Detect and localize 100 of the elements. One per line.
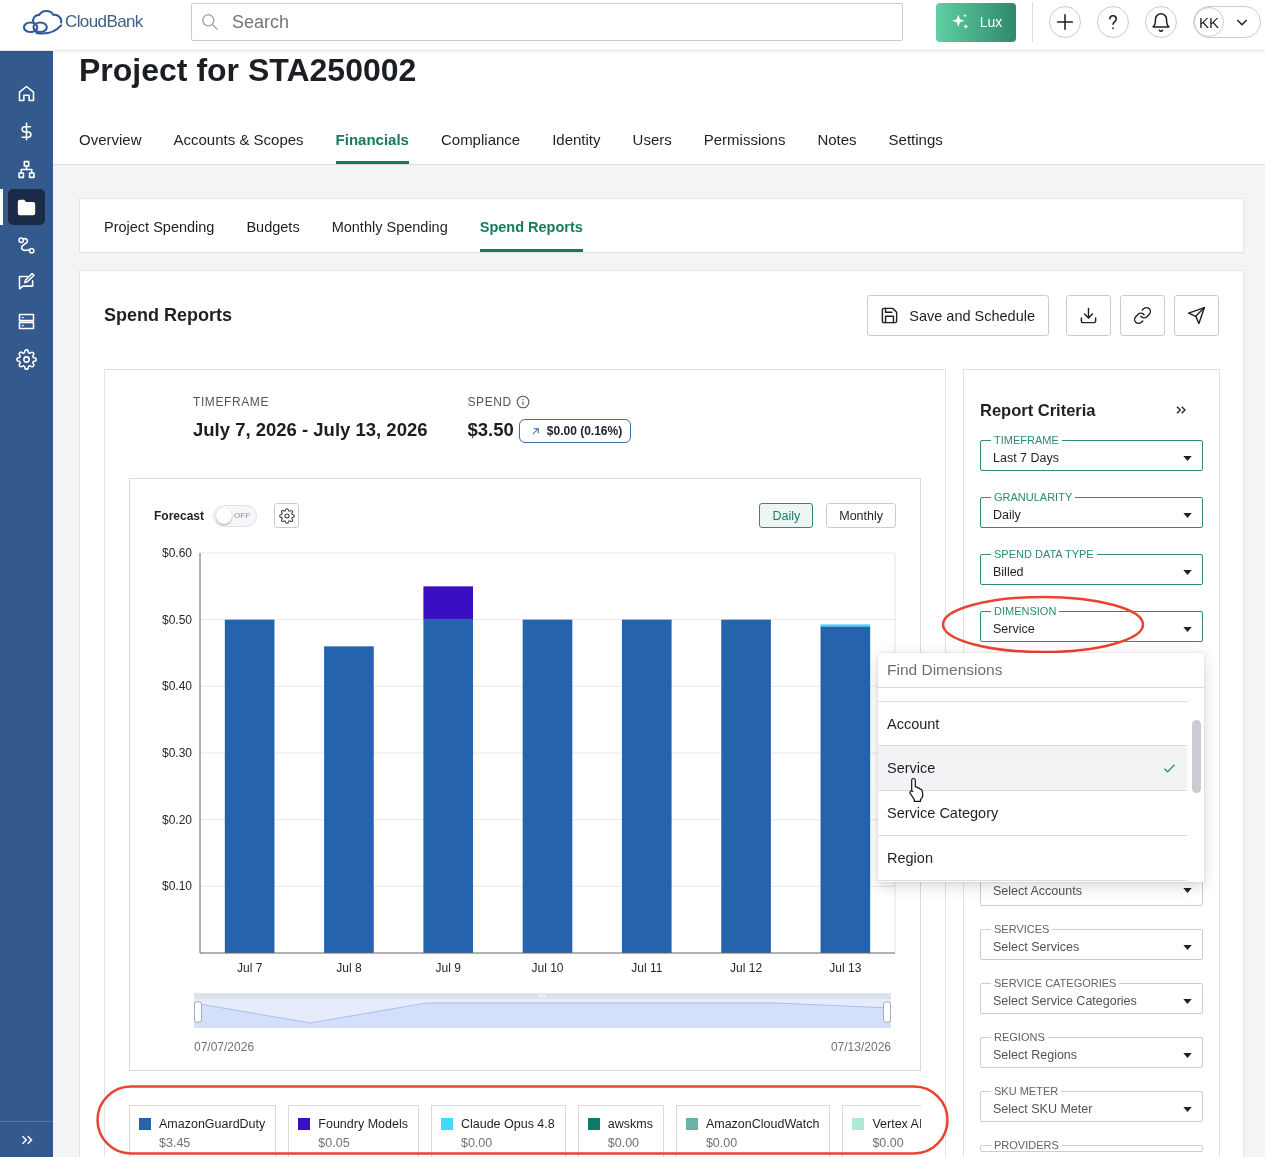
copy-link-button[interactable] (1120, 295, 1165, 336)
save-schedule-button[interactable]: Save and Schedule (867, 295, 1049, 336)
field-placeholder: Select Service Categories (993, 994, 1137, 1008)
nav-tab[interactable]: Accounts & Scopes (173, 117, 304, 164)
caret-down-icon (1183, 998, 1192, 1004)
legend-value: $0.00 (705, 1136, 739, 1150)
logo-text: CloudBank (65, 12, 143, 32)
select-field[interactable]: TIMEFRAME Last 7 Days (980, 434, 1203, 471)
caret-down-icon (1183, 455, 1192, 461)
section-title: Spend Reports (104, 305, 232, 326)
x-axis-label: Jul 12 (730, 961, 763, 975)
nav-tab[interactable]: Settings (888, 117, 943, 164)
select-field[interactable]: DIMENSION Service (980, 605, 1203, 642)
stat-label: SPEND (467, 395, 512, 409)
field-placeholder: Select SKU Meter (993, 1102, 1093, 1116)
search-icon (200, 12, 219, 31)
menu-option[interactable]: Account (878, 701, 1187, 746)
timeframe-value: July 7, 2026 - July 13, 2026 (193, 419, 428, 441)
x-axis-label: Jul 8 (336, 961, 362, 975)
range-slider[interactable] (194, 993, 891, 1028)
subtab[interactable]: Spend Reports (479, 199, 583, 252)
chart-settings-button[interactable] (274, 503, 300, 528)
range-handle[interactable] (194, 1001, 202, 1023)
nav-tab[interactable]: Users (632, 117, 672, 164)
account-menu-button[interactable]: KK (1193, 6, 1261, 38)
nav-tab[interactable]: Identity (552, 117, 601, 164)
route-icon (16, 234, 37, 256)
caret-down-icon (1183, 512, 1192, 518)
select-field[interactable]: GRANULARITY Daily (980, 491, 1203, 528)
y-axis-label: $0.50 (161, 612, 192, 627)
field-label: SPEND DATA TYPE (993, 548, 1095, 560)
y-axis-label: $0.60 (161, 546, 192, 560)
granularity-button[interactable]: Monthly (826, 503, 896, 528)
legend-item[interactable]: awskms $0.00 (577, 1105, 664, 1157)
field-label: GRANULARITY (993, 491, 1074, 503)
field-value: Daily (993, 508, 1021, 522)
caret-down-icon (1183, 944, 1192, 950)
legend-item[interactable]: AmazonGuardDuty $3.45 (129, 1105, 277, 1157)
settings-icon (278, 507, 295, 524)
panel-title: Report Criteria (980, 400, 1096, 420)
page-title: Project for STA250002 (79, 51, 418, 89)
settings-icon (16, 348, 37, 370)
legend-item[interactable]: AmazonCloudWatch $0.00 (675, 1105, 831, 1157)
help-button[interactable] (1097, 6, 1129, 38)
plus-icon (1054, 11, 1076, 33)
legend-label: Foundry Models (318, 1117, 408, 1131)
menu-option[interactable]: Service (878, 746, 1187, 791)
subtab[interactable]: Project Spending (104, 199, 215, 252)
field-label: SKU METER (993, 1085, 1060, 1097)
select-field[interactable]: SERVICE CATEGORIES Select Service Categories (980, 977, 1203, 1014)
legend-item[interactable]: Vertex AI $0.00 (842, 1105, 921, 1157)
nav-tab[interactable]: Financials (335, 117, 409, 164)
y-axis-label: $0.30 (161, 746, 192, 760)
select-field[interactable]: REGIONS Select Regions (980, 1031, 1203, 1068)
nav-tab[interactable]: Compliance (440, 117, 521, 164)
cloud-logo-icon (22, 8, 64, 36)
bell-icon (1150, 11, 1172, 33)
legend-value: $0.00 (607, 1136, 641, 1150)
link-icon (1133, 306, 1152, 325)
nav-tab[interactable]: Notes (817, 117, 857, 164)
legend-item[interactable]: Foundry Models $0.05 (288, 1105, 419, 1157)
send-icon (1187, 306, 1206, 325)
range-handle[interactable] (883, 1001, 891, 1023)
select-field[interactable]: SPEND DATA TYPE Billed (980, 548, 1203, 585)
legend-value: $0.00 (872, 1136, 905, 1150)
range-start-date: 07/07/2026 (194, 1040, 255, 1054)
field-label: PROVIDERS (993, 1139, 1060, 1151)
menu-option[interactable]: Service Category (878, 791, 1187, 836)
add-button[interactable] (1049, 6, 1081, 38)
select-field[interactable]: SERVICES Select Services (980, 923, 1203, 960)
legend-value: $0.00 (460, 1136, 494, 1150)
select-field[interactable]: PROVIDERS (980, 1139, 1203, 1152)
granularity-button[interactable]: Daily (759, 503, 814, 528)
field-label: SERVICES (993, 923, 1051, 935)
send-button[interactable] (1174, 295, 1219, 336)
caret-down-icon (1183, 626, 1192, 632)
notifications-button[interactable] (1145, 6, 1177, 38)
caret-down-icon (1183, 1052, 1192, 1058)
legend-item[interactable]: Claude Opus 4.8 $0.00 (430, 1105, 566, 1157)
change-value: $0.00 (0.16%) (546, 424, 623, 438)
field-value: Service (993, 622, 1035, 636)
nav-tab[interactable]: Overview (79, 117, 142, 164)
select-field[interactable]: SKU METER Select SKU Meter (980, 1085, 1203, 1122)
field-placeholder: Select Accounts (993, 883, 1082, 898)
download-button[interactable] (1066, 295, 1111, 336)
y-axis-label: $0.40 (161, 679, 192, 694)
scrollbar[interactable] (1192, 720, 1201, 793)
x-axis-label: Jul 13 (829, 961, 862, 975)
legend-label: Vertex AI (872, 1117, 921, 1131)
subtab[interactable]: Budgets (246, 199, 300, 252)
field-placeholder: Select Regions (993, 1048, 1078, 1062)
x-axis-label: Jul 11 (631, 961, 663, 975)
subtab[interactable]: Monthly Spending (331, 199, 448, 252)
nav-tab[interactable]: Permissions (703, 117, 786, 164)
menu-option[interactable]: Region (878, 836, 1187, 881)
search-field[interactable]: Search (191, 3, 903, 41)
legend-label: AmazonGuardDuty (159, 1117, 266, 1131)
forecast-label: Forecast (154, 508, 205, 523)
dimension-search-field[interactable]: Find Dimensions (878, 653, 1204, 688)
hand-cursor-icon (906, 777, 926, 803)
